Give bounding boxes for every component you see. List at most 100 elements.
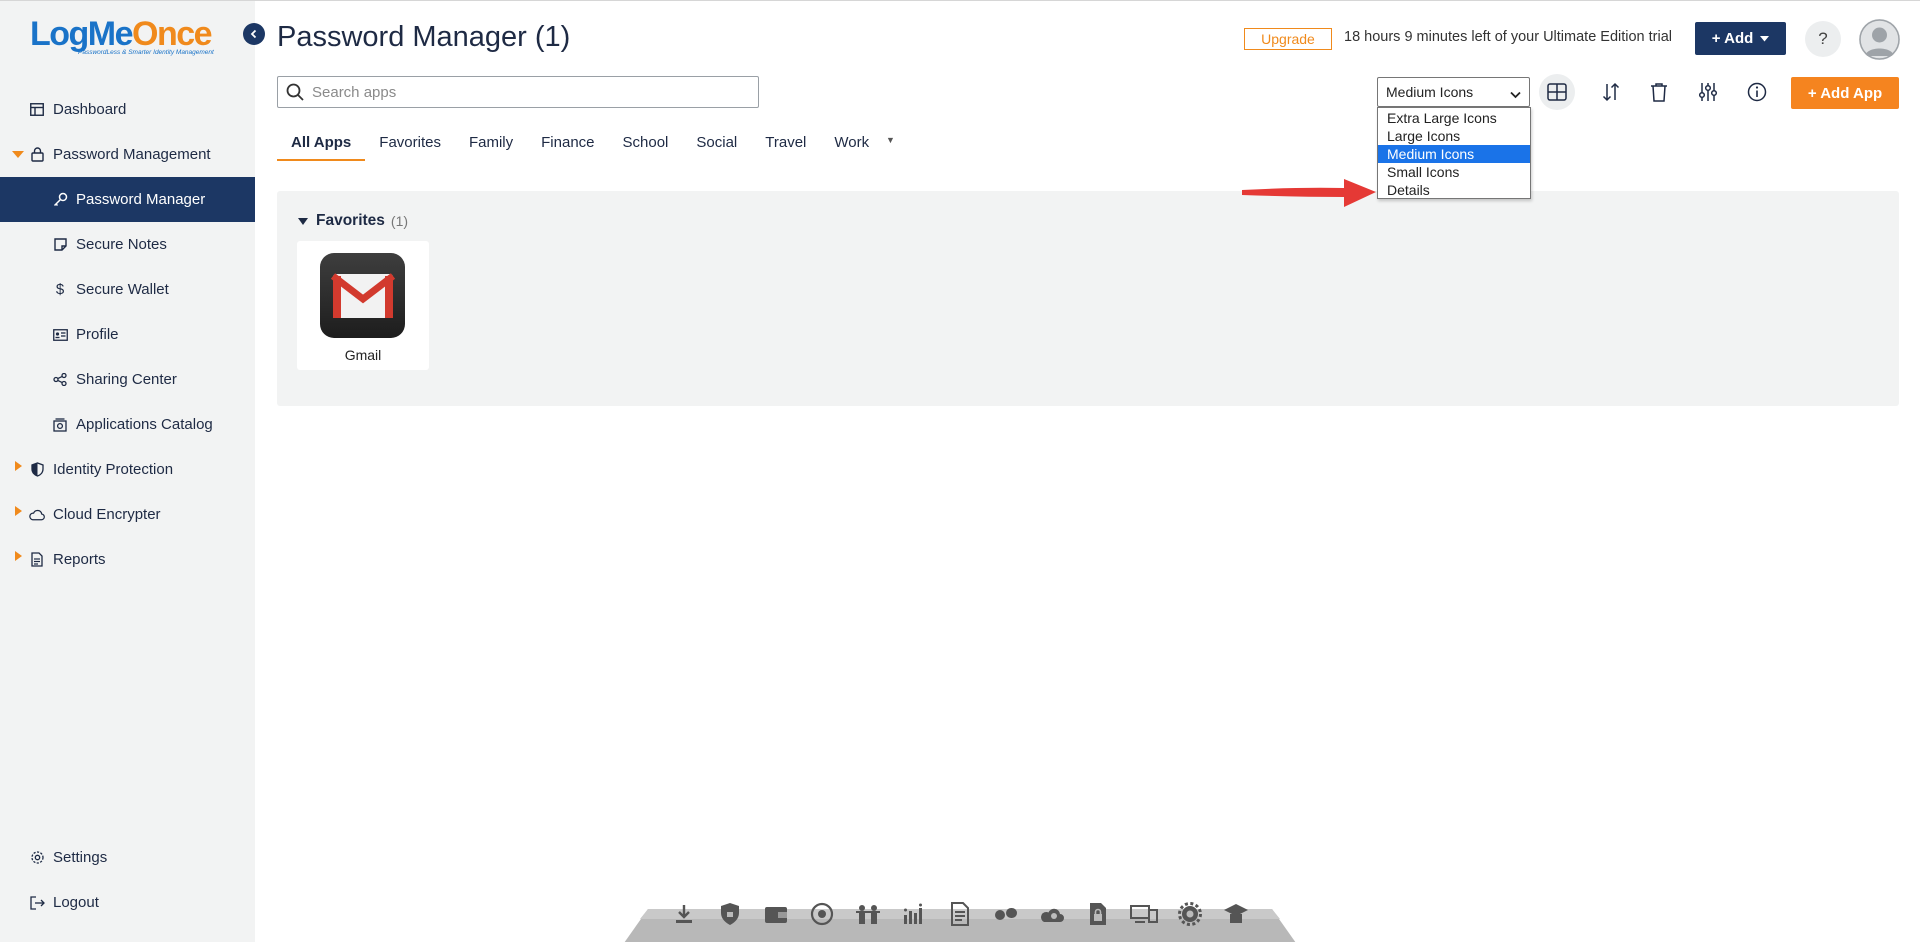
cloud-icon <box>29 507 45 523</box>
collapse-sidebar-button[interactable] <box>243 23 265 45</box>
sidebar-item-label: Secure Notes <box>76 236 167 253</box>
analytics-icon[interactable] <box>896 899 933 929</box>
logo[interactable]: LogMeOnce PasswordLess & Smarter Identit… <box>30 17 220 57</box>
document-icon[interactable] <box>942 899 979 929</box>
key-icon <box>52 192 68 208</box>
app-tile-gmail[interactable]: Gmail <box>297 241 429 370</box>
password-icon[interactable] <box>804 899 841 929</box>
logo-tagline: PasswordLess & Smarter Identity Manageme… <box>78 49 214 56</box>
favorites-section-header[interactable]: Favorites (1) <box>298 212 408 230</box>
sidebar-nav: Dashboard Password Management Password M… <box>0 87 255 582</box>
help-button[interactable]: ? <box>1805 21 1841 57</box>
view-option-small-icons[interactable]: Small Icons <box>1378 163 1530 181</box>
caret-right-icon <box>15 460 22 471</box>
tab-social[interactable]: Social <box>682 131 751 161</box>
tab-finance[interactable]: Finance <box>527 131 608 161</box>
sidebar-item-reports[interactable]: Reports <box>0 537 255 582</box>
tab-all-apps[interactable]: All Apps <box>277 131 366 161</box>
medical-icon[interactable] <box>988 899 1025 929</box>
section-count: (1) <box>390 213 409 229</box>
view-option-details[interactable]: Details <box>1378 181 1530 199</box>
caret-right-icon <box>15 505 22 516</box>
search-icon <box>286 83 304 101</box>
annotation-arrow-icon <box>1238 173 1378 218</box>
chevron-down-icon <box>1510 86 1521 102</box>
devices-icon[interactable] <box>1126 899 1163 929</box>
lock-file-icon[interactable] <box>1080 899 1117 929</box>
add-dropdown-button[interactable]: + Add <box>1695 22 1786 55</box>
favorites-panel <box>277 191 1899 406</box>
trash-button[interactable] <box>1641 74 1677 110</box>
sidebar-item-label: Reports <box>53 551 106 568</box>
sidebar-item-label: Identity Protection <box>53 461 174 478</box>
sidebar-item-identity-protection[interactable]: Identity Protection <box>0 447 255 492</box>
tab-school[interactable]: School <box>609 131 683 161</box>
sidebar-item-settings[interactable]: Settings <box>0 835 255 880</box>
view-mode-select[interactable]: Medium Icons <box>1377 77 1530 107</box>
graduation-icon[interactable] <box>1218 899 1255 929</box>
sort-icon <box>1602 82 1620 102</box>
sidebar-item-applications-catalog[interactable]: Applications Catalog <box>0 402 255 447</box>
sidebar-item-profile[interactable]: Profile <box>0 312 255 357</box>
view-option-large-icons[interactable]: Large Icons <box>1378 127 1530 145</box>
sidebar-item-secure-wallet[interactable]: $ Secure Wallet <box>0 267 255 312</box>
bottom-dock <box>624 897 1296 942</box>
search-input[interactable] <box>312 83 732 101</box>
add-app-button[interactable]: + Add App <box>1791 77 1899 109</box>
sidebar-item-label: Applications Catalog <box>76 416 213 433</box>
app-label: Gmail <box>344 347 382 363</box>
logout-icon <box>29 895 45 911</box>
view-mode-selected: Medium Icons <box>1386 84 1474 100</box>
logo-text-1: LogMe <box>30 15 134 53</box>
tab-travel[interactable]: Travel <box>751 131 820 161</box>
sidebar-item-password-manager[interactable]: Password Manager <box>0 177 255 222</box>
tab-family[interactable]: Family <box>455 131 527 161</box>
wallet-icon[interactable] <box>758 899 795 929</box>
dashboard-icon <box>29 102 45 118</box>
sidebar-item-label: Cloud Encrypter <box>53 506 161 523</box>
filter-settings-button[interactable] <box>1690 74 1726 110</box>
sidebar-item-label: Settings <box>53 849 108 866</box>
chevron-left-icon <box>249 29 259 39</box>
download-icon[interactable] <box>666 899 703 929</box>
view-option-medium-icons[interactable]: Medium Icons <box>1378 145 1530 163</box>
sliders-icon <box>1698 82 1718 102</box>
grid-view-button[interactable] <box>1539 74 1575 110</box>
trial-status-text: 18 hours 9 minutes left of your Ultimate… <box>1344 29 1673 45</box>
sort-button[interactable] <box>1593 74 1629 110</box>
sidebar-item-cloud-encrypter[interactable]: Cloud Encrypter <box>0 492 255 537</box>
upgrade-button[interactable]: Upgrade <box>1244 28 1332 50</box>
add-button-label: + Add <box>1711 30 1754 47</box>
shield-lock-icon[interactable] <box>712 899 749 929</box>
catalog-icon <box>52 417 68 433</box>
id-card-icon <box>52 327 68 343</box>
sidebar: LogMeOnce PasswordLess & Smarter Identit… <box>0 1 255 942</box>
tab-favorites[interactable]: Favorites <box>365 131 455 161</box>
view-mode-dropdown: Extra Large Icons Large Icons Medium Ico… <box>1377 107 1531 199</box>
caret-down-icon <box>298 217 308 225</box>
caret-right-icon <box>15 550 22 561</box>
tab-work[interactable]: Work <box>820 131 883 161</box>
sidebar-item-label: Password Manager <box>76 191 206 208</box>
note-icon <box>52 237 68 253</box>
avatar[interactable] <box>1859 19 1900 60</box>
tabs-more-icon[interactable]: ▼ <box>886 135 895 145</box>
sidebar-item-sharing-center[interactable]: Sharing Center <box>0 357 255 402</box>
search-box[interactable] <box>277 76 759 108</box>
info-button[interactable] <box>1739 74 1775 110</box>
trash-icon <box>1650 82 1668 102</box>
caret-down-icon <box>12 150 24 158</box>
info-icon <box>1747 82 1767 102</box>
view-option-extra-large-icons[interactable]: Extra Large Icons <box>1378 109 1530 127</box>
sidebar-item-label: Password Management <box>53 146 211 163</box>
sidebar-item-dashboard[interactable]: Dashboard <box>0 87 255 132</box>
share-icon <box>52 372 68 388</box>
gear-icon[interactable] <box>1172 899 1209 929</box>
sidebar-item-label: Profile <box>76 326 119 343</box>
sidebar-item-logout[interactable]: Logout <box>0 880 255 925</box>
grid-icon <box>1547 83 1567 101</box>
family-icon[interactable] <box>850 899 887 929</box>
cloud-camera-icon[interactable] <box>1034 899 1071 929</box>
sidebar-item-password-management[interactable]: Password Management <box>0 132 255 177</box>
sidebar-item-secure-notes[interactable]: Secure Notes <box>0 222 255 267</box>
